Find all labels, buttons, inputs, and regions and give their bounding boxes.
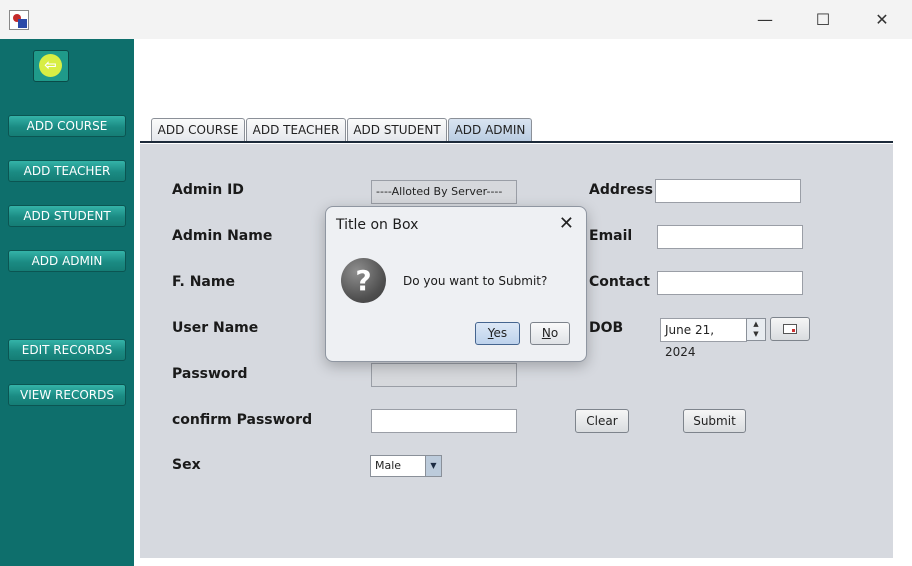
password-label: Password [172,366,248,382]
close-icon[interactable]: ✕ [559,215,574,233]
calendar-icon [783,324,797,334]
calendar-button[interactable] [770,317,810,341]
no-button[interactable]: No [530,322,570,345]
chevron-down-icon[interactable]: ▼ [425,456,441,476]
dob-spinner[interactable]: ▲ ▼ [746,318,766,341]
dob-field[interactable]: June 21, 2024 [660,318,747,359]
email-label: Email [589,228,633,244]
yes-label-rest: es [493,326,508,340]
close-window-button[interactable]: ✕ [872,10,892,30]
contact-label: Contact [589,274,650,290]
confirm-password-field[interactable] [371,409,517,433]
tab-add-student[interactable]: ADD STUDENT [347,118,447,141]
sex-select[interactable]: Male ▼ [370,455,442,477]
sex-selected-value: Male [375,459,402,472]
dob-label: DOB [589,320,624,336]
minimize-button[interactable]: — [755,10,775,30]
dialog-message: Do you want to Submit? [403,274,548,288]
confirm-password-label: confirm Password [172,412,313,428]
spinner-up-icon[interactable]: ▲ [747,319,765,329]
back-button[interactable]: ⇦ [33,50,69,82]
fname-label: F. Name [172,274,235,290]
password-field[interactable] [371,363,517,387]
app-icon [9,10,29,30]
spinner-down-icon[interactable]: ▼ [747,329,765,339]
sidebar-item-add-admin[interactable]: ADD ADMIN [8,250,126,272]
window-titlebar: — ☐ ✕ [0,0,912,39]
tab-add-teacher[interactable]: ADD TEACHER [246,118,346,141]
address-field[interactable] [655,179,801,203]
sidebar-item-add-course[interactable]: ADD COURSE [8,115,126,137]
maximize-button[interactable]: ☐ [813,10,833,30]
contact-field[interactable] [657,271,803,295]
admin-id-field: ----Alloted By Server---- [371,180,517,204]
no-mnemonic: N [541,326,551,340]
sidebar-item-view-records[interactable]: VIEW RECORDS [8,384,126,406]
yes-button[interactable]: Yes [475,322,520,345]
sidebar-item-add-teacher[interactable]: ADD TEACHER [8,160,126,182]
back-arrow-icon: ⇦ [39,54,62,77]
address-label: Address [589,182,653,198]
admin-id-label: Admin ID [172,182,244,198]
question-icon: ? [341,258,386,303]
username-label: User Name [172,320,259,336]
tab-add-admin[interactable]: ADD ADMIN [448,118,532,142]
confirm-dialog: Title on Box ✕ ? Do you want to Submit? … [325,206,587,362]
submit-button[interactable]: Submit [683,409,746,433]
dialog-title: Title on Box [336,217,419,233]
admin-name-label: Admin Name [172,228,273,244]
question-glyph: ? [355,264,372,297]
clear-button[interactable]: Clear [575,409,629,433]
no-label-rest: o [550,326,559,340]
email-field[interactable] [657,225,803,249]
sidebar-item-add-student[interactable]: ADD STUDENT [8,205,126,227]
tab-add-course[interactable]: ADD COURSE [151,118,245,141]
sex-label: Sex [172,457,201,473]
back-arrow-glyph: ⇦ [44,56,57,74]
tab-divider [140,141,893,143]
sidebar-item-edit-records[interactable]: EDIT RECORDS [8,339,126,361]
